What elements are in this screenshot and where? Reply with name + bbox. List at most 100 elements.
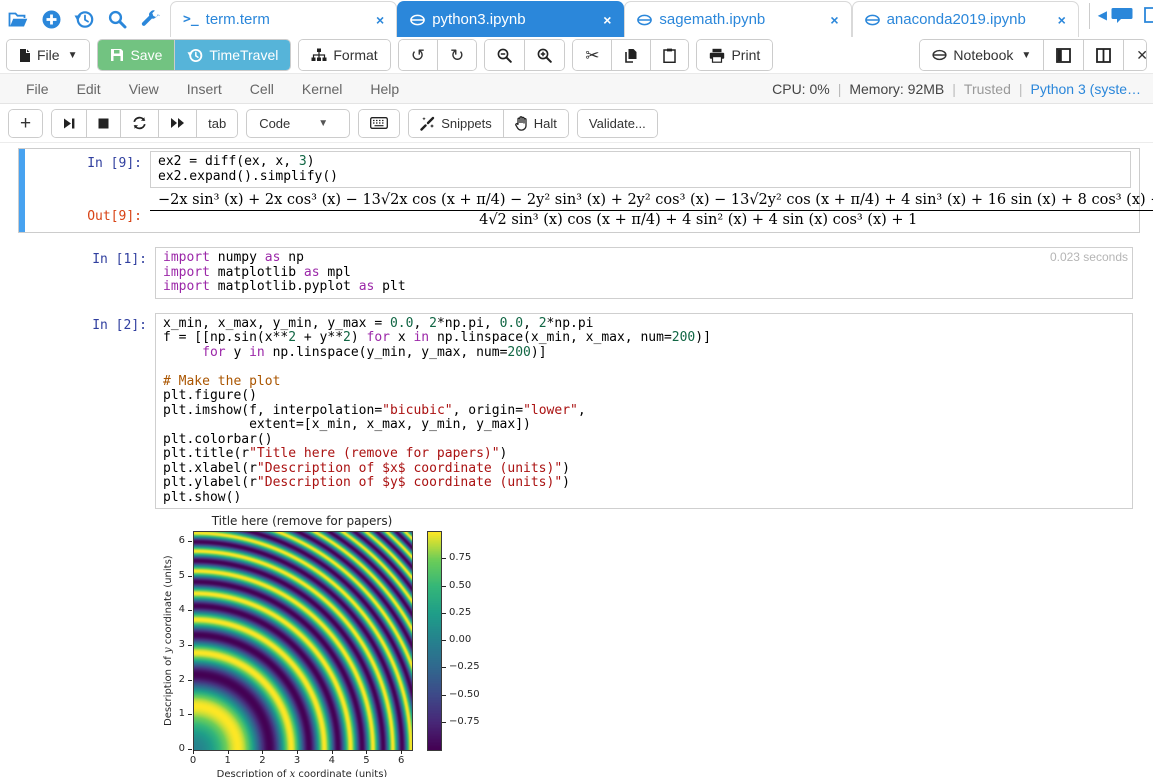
notebook-menu-button[interactable]: Notebook ▼ bbox=[920, 40, 1044, 70]
tab-python3[interactable]: python3.ipynb × bbox=[397, 1, 624, 37]
input-prompt: In [9]: bbox=[19, 151, 150, 171]
y-tick-label: 2 bbox=[172, 674, 185, 685]
step-forward-icon bbox=[63, 117, 75, 130]
run-all-button[interactable] bbox=[159, 110, 197, 137]
jupyter-icon bbox=[865, 13, 880, 27]
format-button[interactable]: Format bbox=[299, 40, 389, 70]
colorbar-tick-mark bbox=[442, 613, 446, 614]
tab-anaconda[interactable]: anaconda2019.ipynb × bbox=[852, 1, 1079, 37]
execution-time: 0.023 seconds bbox=[1050, 250, 1128, 265]
cell-type-select[interactable]: Code ▼ bbox=[246, 109, 350, 138]
redo-button[interactable]: ↻ bbox=[438, 40, 476, 70]
colorbar-tick-label: 0.25 bbox=[449, 607, 489, 618]
x-tick-mark bbox=[262, 750, 263, 754]
fraction-numerator: −2x sin³ (x) + 2x cos³ (x) − 13√2x cos (… bbox=[150, 191, 1153, 211]
tab-term[interactable]: >_ term.term × bbox=[170, 1, 397, 37]
halt-button[interactable]: Halt bbox=[504, 110, 568, 137]
tab-sagemath[interactable]: sagemath.ipynb × bbox=[624, 1, 851, 37]
split-vertical-icon bbox=[1096, 48, 1111, 63]
timetravel-button[interactable]: TimeTravel bbox=[175, 40, 290, 70]
history-icon[interactable] bbox=[74, 9, 94, 29]
colorbar-tick-mark bbox=[442, 667, 446, 668]
stop-icon bbox=[98, 118, 109, 129]
paste-button[interactable] bbox=[651, 40, 688, 70]
notebook-menubar: File Edit View Insert Cell Kernel Help C… bbox=[0, 73, 1153, 104]
colorbar-tick-label: −0.25 bbox=[449, 661, 489, 672]
file-icon bbox=[19, 48, 31, 63]
close-icon[interactable]: × bbox=[1056, 12, 1068, 28]
save-button[interactable]: Save bbox=[98, 40, 175, 70]
close-icon[interactable]: × bbox=[374, 12, 386, 28]
refresh-icon bbox=[132, 116, 147, 130]
jupyter-icon bbox=[410, 13, 425, 27]
x-tick-label: 0 bbox=[186, 755, 200, 766]
split-horizontal-icon bbox=[1056, 48, 1071, 63]
terminal-icon: >_ bbox=[183, 12, 199, 27]
menu-file[interactable]: File bbox=[12, 81, 63, 97]
keyboard-shortcuts-button[interactable] bbox=[359, 110, 399, 137]
menu-cell[interactable]: Cell bbox=[236, 81, 288, 97]
hand-icon bbox=[515, 116, 528, 131]
x-tick-label: 2 bbox=[255, 755, 269, 766]
close-icon[interactable]: × bbox=[828, 12, 840, 28]
run-cell-button[interactable] bbox=[52, 110, 87, 137]
kernel-name[interactable]: Python 3 (syste… bbox=[1031, 81, 1142, 97]
code-input[interactable]: ex2 = diff(ex, x, 3)ex2.expand().simplif… bbox=[150, 151, 1131, 188]
main-toolbar: File ▼ Save TimeTravel Format ↺ ↻ ✂ bbox=[0, 37, 1153, 73]
y-tick-mark bbox=[188, 541, 192, 542]
tab-key-button[interactable]: tab bbox=[197, 110, 237, 137]
output-prompt: Out[9]: bbox=[19, 191, 150, 224]
code-input[interactable]: x_min, x_max, y_min, y_max = 0.0, 2*np.p… bbox=[155, 313, 1133, 510]
cut-button[interactable]: ✂ bbox=[573, 40, 612, 70]
menu-kernel[interactable]: Kernel bbox=[288, 81, 356, 97]
y-tick-label: 1 bbox=[172, 708, 185, 719]
new-file-icon[interactable] bbox=[41, 9, 61, 29]
colorbar-tick-mark bbox=[442, 558, 446, 559]
cell-in1[interactable]: In [1]: 0.023 seconds import numpy as np… bbox=[0, 247, 1153, 299]
y-tick-mark bbox=[188, 749, 192, 750]
code-input[interactable]: 0.023 seconds import numpy as npimport m… bbox=[155, 247, 1133, 299]
y-tick-label: 0 bbox=[172, 743, 185, 754]
snippets-button[interactable]: Snippets bbox=[409, 110, 504, 137]
open-file-icon[interactable] bbox=[8, 9, 28, 29]
undo-button[interactable]: ↺ bbox=[399, 40, 438, 70]
tab-label: sagemath.ipynb bbox=[659, 11, 821, 28]
cell-in2[interactable]: In [2]: x_min, x_max, y_min, y_max = 0.0… bbox=[0, 313, 1153, 510]
magic-wand-icon bbox=[420, 116, 435, 131]
restart-kernel-button[interactable] bbox=[121, 110, 159, 137]
print-button[interactable]: Print bbox=[697, 40, 772, 70]
close-icon[interactable]: × bbox=[601, 12, 613, 28]
search-icon[interactable] bbox=[107, 9, 127, 29]
menu-edit[interactable]: Edit bbox=[63, 81, 115, 97]
menu-insert[interactable]: Insert bbox=[173, 81, 236, 97]
split-vertical-button[interactable] bbox=[1084, 40, 1124, 70]
menu-help[interactable]: Help bbox=[356, 81, 413, 97]
cell-toolbar: + tab Code ▼ Snippets Halt bbox=[0, 104, 1153, 143]
trusted-badge: Trusted bbox=[964, 81, 1011, 97]
clipped-icon bbox=[1143, 6, 1153, 24]
top-tab-bar: >_ term.term × python3.ipynb × sagemath.… bbox=[0, 0, 1153, 37]
menu-view[interactable]: View bbox=[115, 81, 173, 97]
cell-in9[interactable]: In [9]: ex2 = diff(ex, x, 3)ex2.expand()… bbox=[18, 148, 1140, 233]
keyboard-icon bbox=[370, 117, 388, 129]
zoom-in-button[interactable] bbox=[525, 40, 564, 70]
colorbar-tick-label: −0.75 bbox=[449, 716, 489, 727]
wrench-icon[interactable] bbox=[140, 9, 160, 29]
stop-button[interactable] bbox=[87, 110, 121, 137]
selected-cell-indicator bbox=[19, 149, 25, 232]
chat-bubble-icon[interactable] bbox=[1111, 6, 1133, 24]
file-menu-button[interactable]: File ▼ bbox=[7, 40, 89, 70]
y-tick-mark bbox=[188, 610, 192, 611]
zoom-out-icon bbox=[497, 48, 512, 63]
colorbar-tick-mark bbox=[442, 640, 446, 641]
add-cell-button[interactable]: + bbox=[9, 110, 42, 137]
copy-button[interactable] bbox=[612, 40, 651, 70]
colorbar bbox=[427, 531, 442, 751]
validate-button[interactable]: Validate... bbox=[578, 110, 657, 137]
zoom-out-button[interactable] bbox=[485, 40, 525, 70]
split-horizontal-button[interactable] bbox=[1044, 40, 1084, 70]
colorbar-tick-mark bbox=[442, 586, 446, 587]
collapse-left-icon[interactable]: ◀ bbox=[1098, 8, 1107, 22]
clipped-toolbar-button[interactable]: ✕ bbox=[1124, 40, 1147, 70]
fraction-denominator: 4√2 sin³ (x) cos (x + π/4) + 4 sin² (x) … bbox=[150, 211, 1153, 228]
